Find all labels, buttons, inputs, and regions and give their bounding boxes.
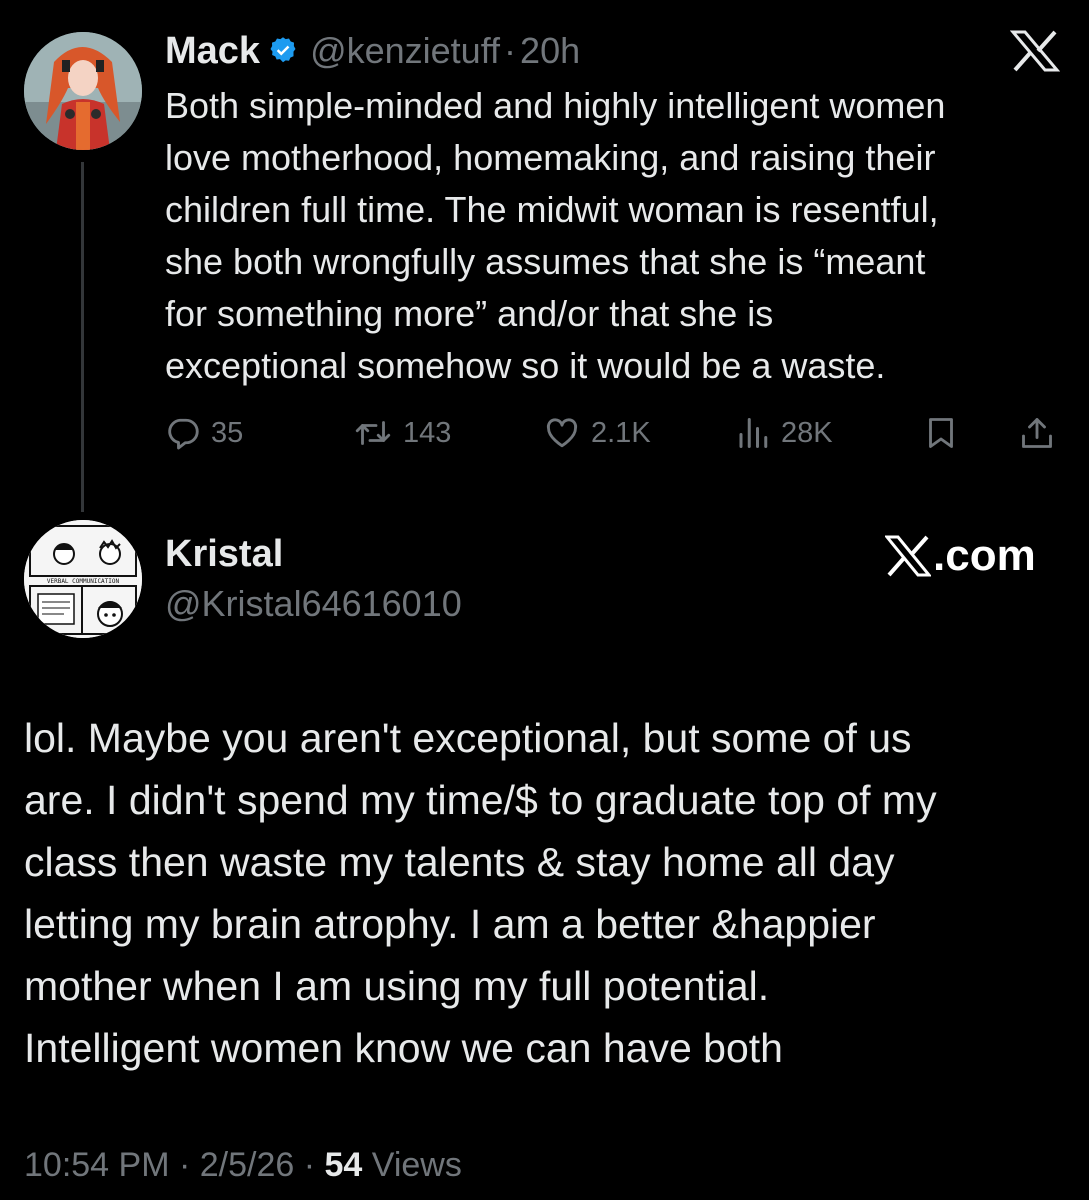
reply-count: 35 xyxy=(211,416,244,449)
post-date[interactable]: 2/5/26 xyxy=(200,1146,295,1184)
verified-badge-icon xyxy=(270,37,296,63)
share-button[interactable] xyxy=(1019,411,1055,455)
separator-dot: · xyxy=(504,30,517,71)
x-logo-icon xyxy=(885,535,931,577)
reply-button[interactable]: 35 xyxy=(165,411,243,455)
tweet-time[interactable]: 20h xyxy=(520,30,580,72)
separator-dot: · xyxy=(294,1146,325,1184)
author-name[interactable]: Kristal xyxy=(165,530,283,578)
reply-body: lol. Maybe you aren't exceptional, but s… xyxy=(24,715,937,1071)
bookmark-button[interactable] xyxy=(923,411,959,455)
author-handle[interactable]: @kenzietuff xyxy=(310,30,500,72)
x-com-watermark: .com xyxy=(885,528,1036,584)
tweet-body: Both simple-minded and highly intelligen… xyxy=(165,85,946,386)
tweet-actions: 35 143 2.1K 28K xyxy=(165,411,1065,455)
separator-dot: · xyxy=(169,1146,200,1184)
tweet-header: Mack @kenzietuff · 20h xyxy=(165,26,580,76)
author-handle[interactable]: @Kristal64616010 xyxy=(165,580,462,628)
thread-connector-line xyxy=(81,162,84,512)
views-label: Views xyxy=(362,1146,462,1184)
repost-count: 143 xyxy=(403,416,452,449)
avatar[interactable]: VERBAL COMMUNICATION xyxy=(24,520,142,638)
views-button[interactable]: 28K xyxy=(735,411,833,455)
x-logo-icon[interactable] xyxy=(1010,30,1060,72)
post-time[interactable]: 10:54 PM xyxy=(24,1146,170,1184)
share-icon xyxy=(1022,418,1052,448)
tweet-footer: 10:54 PM · 2/5/26 · 54 Views xyxy=(24,1140,462,1190)
reply-icon xyxy=(168,418,199,450)
like-count: 2.1K xyxy=(591,416,651,449)
avatar[interactable] xyxy=(24,32,142,150)
heart-icon xyxy=(546,418,578,448)
bookmark-icon xyxy=(929,418,953,448)
views-count[interactable]: 54 xyxy=(325,1146,363,1184)
bar-chart-icon xyxy=(739,418,768,448)
repost-button[interactable]: 143 xyxy=(353,411,451,455)
repost-icon xyxy=(355,421,391,445)
anime-cosplay-avatar-image xyxy=(24,32,142,150)
avatar-caption: VERBAL COMMUNICATION xyxy=(47,578,120,585)
views-count: 28K xyxy=(781,416,833,449)
like-button[interactable]: 2.1K xyxy=(543,411,651,455)
author-name[interactable]: Mack xyxy=(165,30,260,73)
brand-domain-text: .com xyxy=(933,531,1036,580)
comic-strip-avatar-image: VERBAL COMMUNICATION xyxy=(24,520,142,638)
